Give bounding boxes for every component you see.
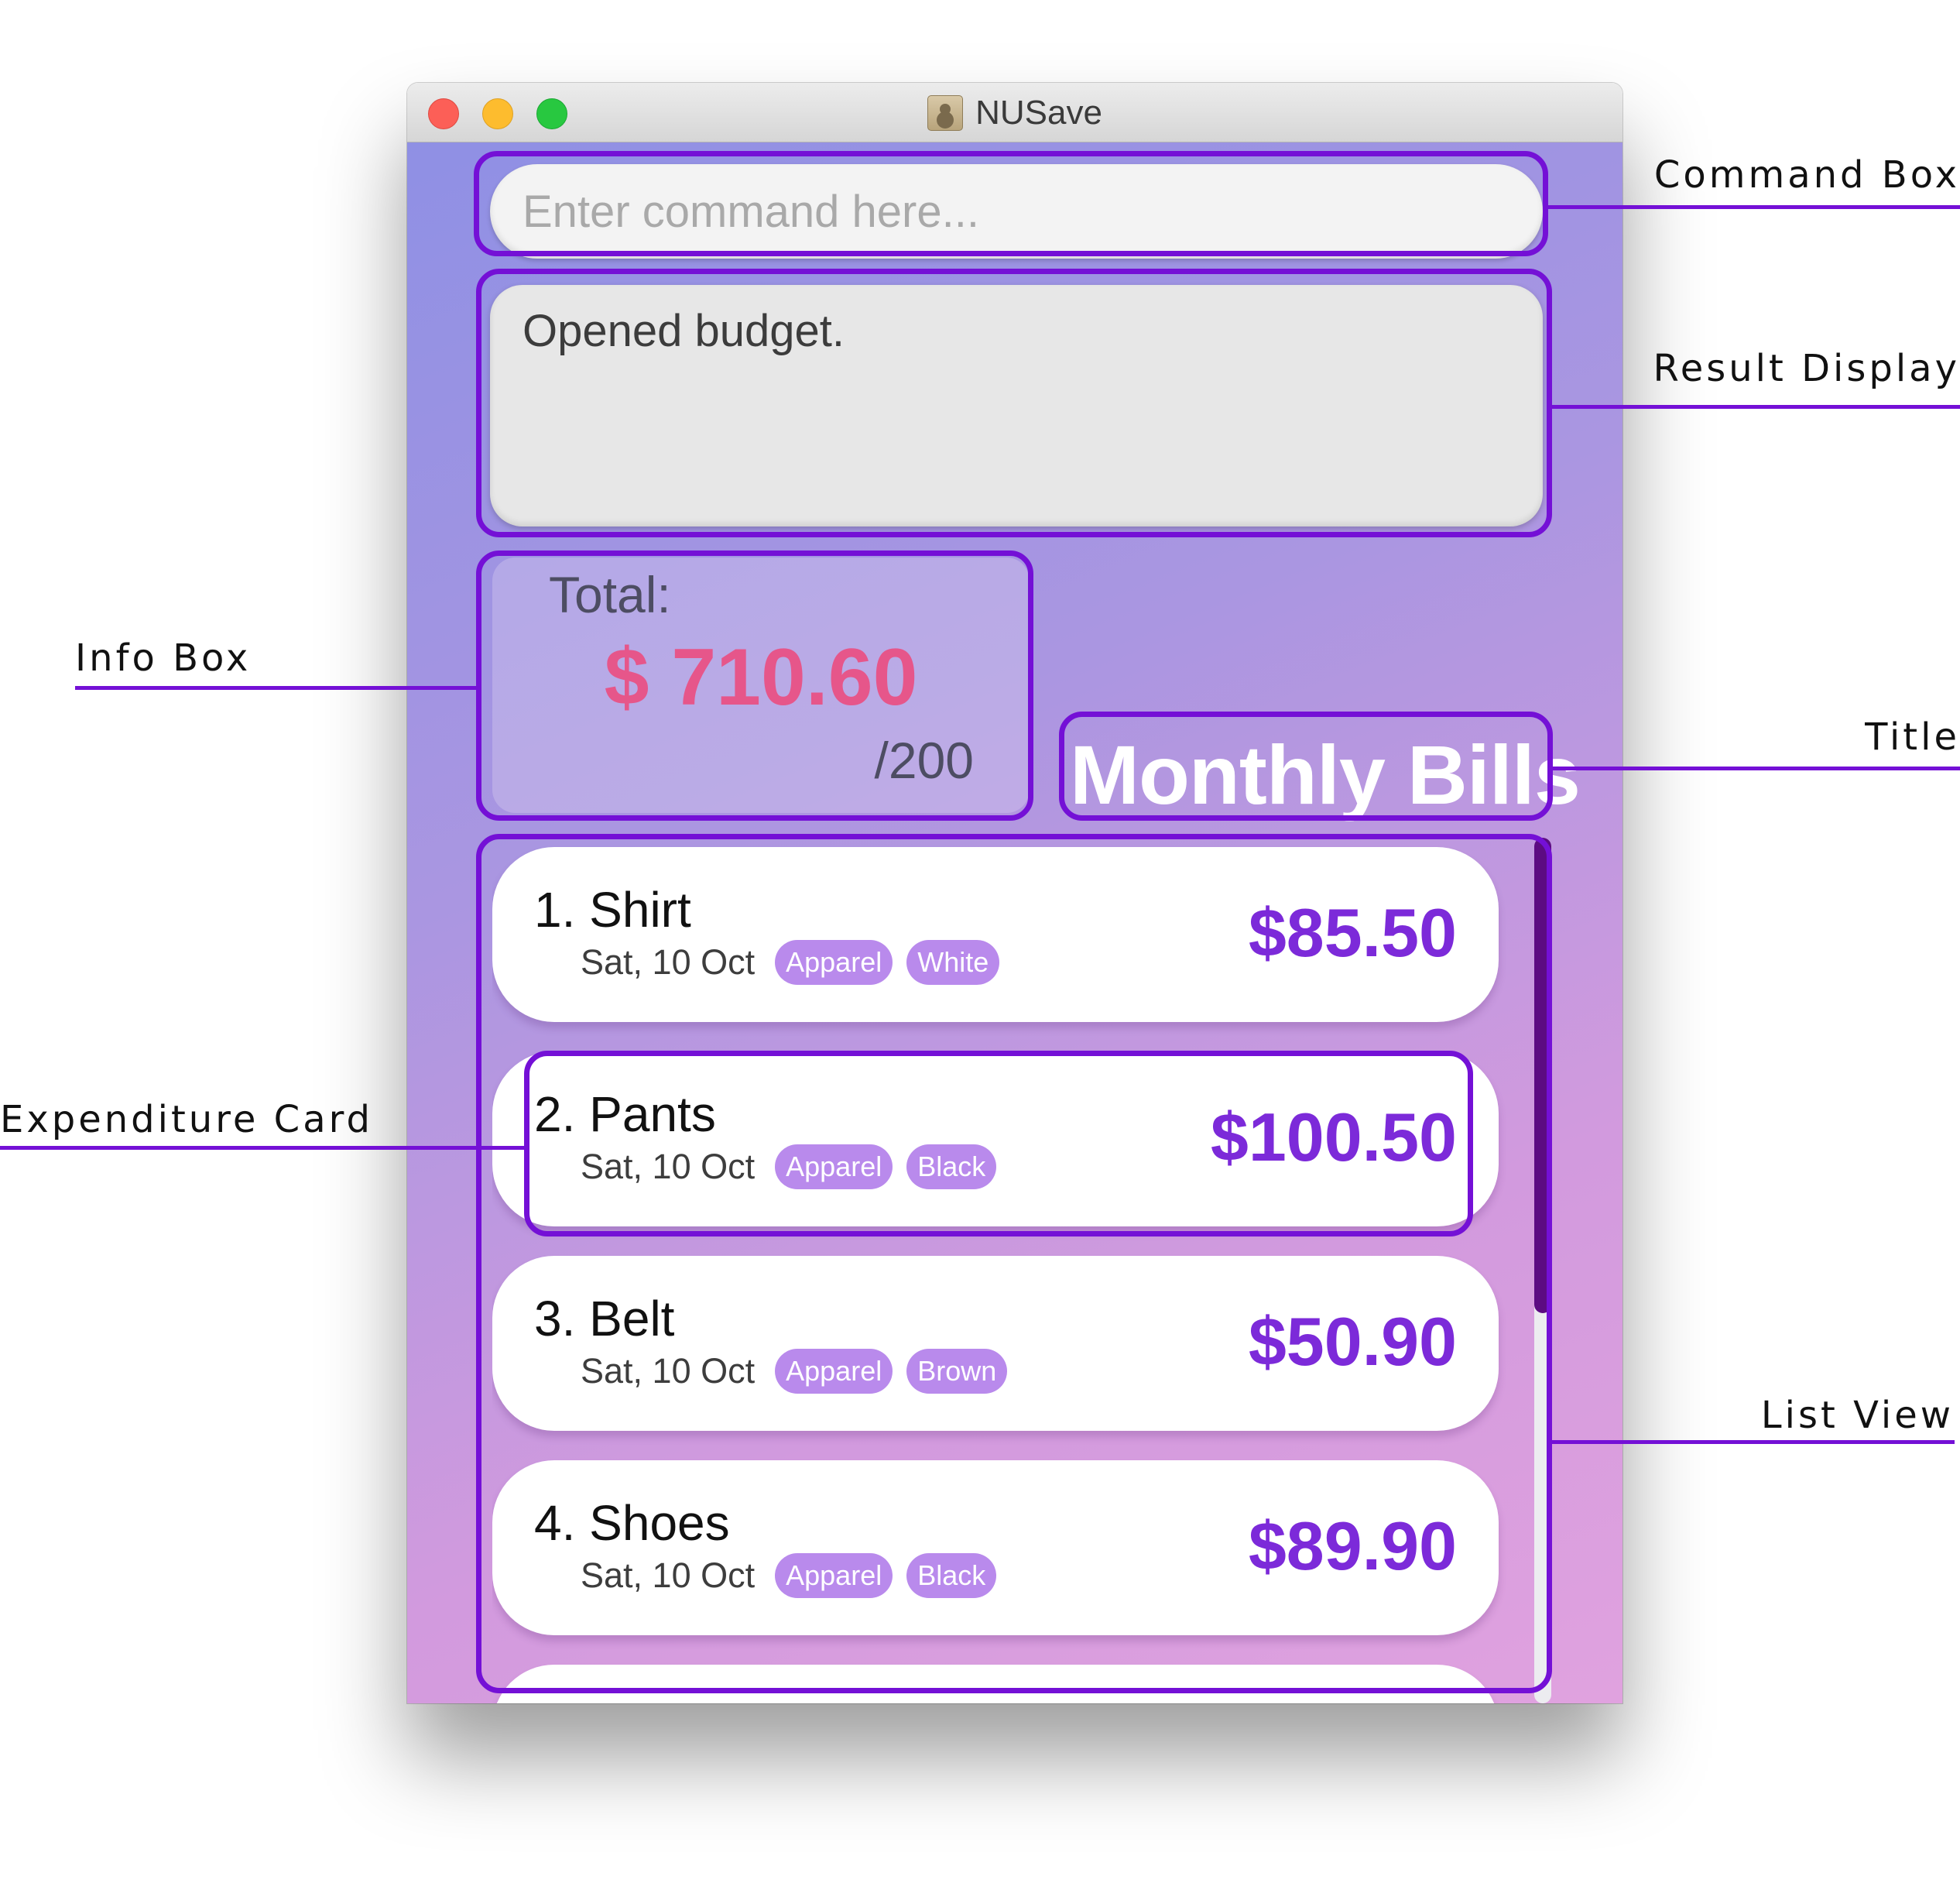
app-content: Opened budget. Total: $ 710.60 /200 Mont… <box>407 142 1622 1703</box>
expenditure-list[interactable]: 1. Shirt Sat, 10 Oct Apparel White $85.5… <box>492 838 1554 1703</box>
expenditure-price: $85.50 <box>1248 894 1457 971</box>
expenditure-meta: Sat, 10 Oct Apparel Brown <box>581 1349 1008 1394</box>
result-text: Opened budget. <box>523 306 845 356</box>
expenditure-date: Sat, 10 Oct <box>581 942 756 982</box>
info-box: Total: $ 710.60 /200 <box>492 557 1030 813</box>
expenditure-price: $50.90 <box>1248 1303 1457 1380</box>
info-total-label: Total: <box>549 566 671 623</box>
expenditure-card[interactable]: 1. Shirt Sat, 10 Oct Apparel White $85.5… <box>492 847 1499 1022</box>
list-view-leader-line <box>1552 1440 1955 1444</box>
app-icon <box>927 95 964 131</box>
info-box-annotation: Info Box <box>75 636 252 680</box>
expenditure-tag: Apparel <box>775 1349 893 1394</box>
info-box-leader-line <box>75 686 476 690</box>
figure: NUSave Opened budget. Total: $ 710.60 /2… <box>0 0 1960 1883</box>
expenditure-card[interactable]: 3. Belt Sat, 10 Oct Apparel Brown $50.90 <box>492 1256 1499 1431</box>
command-box[interactable] <box>490 164 1543 259</box>
result-display-annotation: Result Display <box>1653 347 1960 390</box>
expenditure-tag: Apparel <box>775 1553 893 1598</box>
page-title: Monthly Bills <box>1070 728 1581 821</box>
title-bar: NUSave <box>407 83 1622 142</box>
expenditure-tag: Black <box>906 1553 997 1598</box>
expenditure-price: $89.90 <box>1248 1507 1457 1584</box>
expenditure-card[interactable] <box>492 1665 1499 1703</box>
expenditure-tag: Black <box>906 1144 997 1189</box>
title-annotation: Title <box>1865 715 1960 759</box>
expenditure-tag: Brown <box>906 1349 1008 1394</box>
expenditure-title: 2. Pants <box>534 1086 716 1142</box>
info-total-amount: $ 710.60 <box>604 633 918 722</box>
info-budget-limit: /200 <box>874 732 974 789</box>
result-display: Opened budget. <box>490 285 1543 526</box>
expenditure-card-annotation: Expenditure Card <box>0 1098 373 1141</box>
expenditure-card[interactable]: 2. Pants Sat, 10 Oct Apparel Black $100.… <box>492 1051 1499 1226</box>
app-window: NUSave Opened budget. Total: $ 710.60 /2… <box>407 83 1622 1703</box>
expenditure-title: 4. Shoes <box>534 1495 730 1551</box>
command-box-annotation: Command Box <box>1653 153 1960 197</box>
expenditure-meta: Sat, 10 Oct Apparel White <box>581 940 1000 985</box>
list-view-annotation: List View <box>1760 1394 1954 1437</box>
expenditure-tag: Apparel <box>775 1144 893 1189</box>
expenditure-date: Sat, 10 Oct <box>581 1351 756 1391</box>
result-display-leader-line <box>1552 405 1960 409</box>
scrollbar-thumb[interactable] <box>1534 838 1551 1313</box>
expenditure-title: 3. Belt <box>534 1291 675 1346</box>
expenditure-title: 1. Shirt <box>534 882 691 938</box>
expenditure-date: Sat, 10 Oct <box>581 1147 756 1186</box>
command-box-leader-line <box>1548 205 1960 209</box>
expenditure-meta: Sat, 10 Oct Apparel Black <box>581 1144 997 1189</box>
window-title: NUSave <box>975 94 1102 132</box>
expenditure-tag: Apparel <box>775 940 893 985</box>
expenditure-meta: Sat, 10 Oct Apparel Black <box>581 1553 997 1598</box>
title-leader-line <box>1553 767 1960 770</box>
expenditure-price: $100.50 <box>1210 1099 1457 1175</box>
command-input[interactable] <box>523 185 1543 238</box>
expenditure-card-leader-line <box>0 1146 524 1150</box>
expenditure-date: Sat, 10 Oct <box>581 1555 756 1595</box>
expenditure-card[interactable]: 4. Shoes Sat, 10 Oct Apparel Black $89.9… <box>492 1460 1499 1635</box>
window-title-group: NUSave <box>407 94 1622 132</box>
expenditure-tag: White <box>906 940 1000 985</box>
